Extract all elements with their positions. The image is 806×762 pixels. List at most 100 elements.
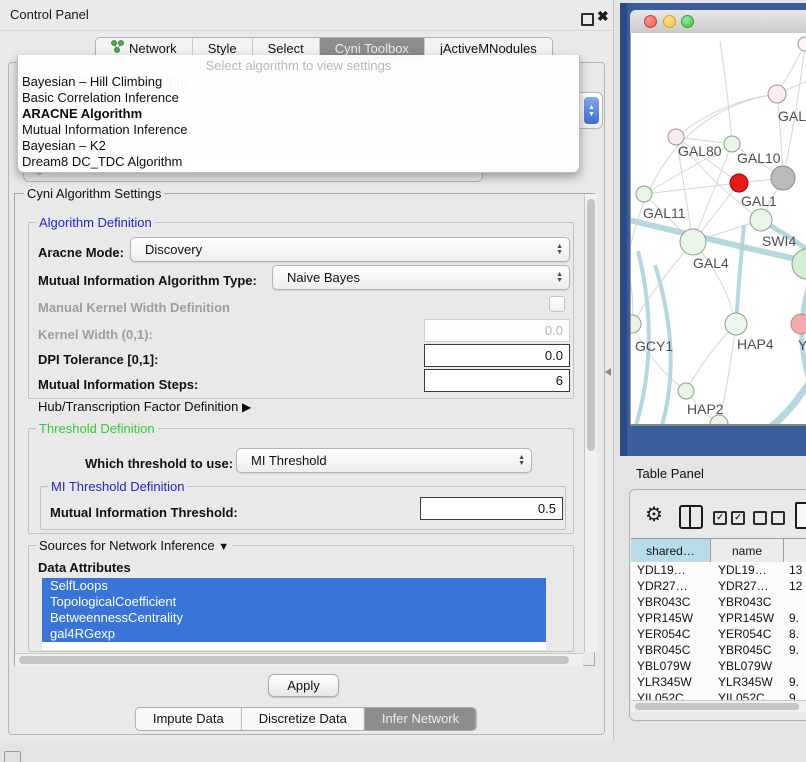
split-divider-arrow[interactable] — [605, 368, 611, 376]
table-column-header[interactable]: name — [711, 539, 784, 563]
table-row[interactable]: YER054CYER054C8. — [631, 626, 806, 642]
checked-box-icon: ✓ — [713, 511, 727, 525]
hub-transcription-factor-expander[interactable]: Hub/Transcription Factor Definition ▶ — [38, 399, 251, 414]
network-node[interactable] — [678, 383, 694, 399]
which-threshold-label: Which threshold to use: — [85, 456, 233, 471]
table-cell: 13 — [784, 562, 806, 578]
settings-vertical-scrollbar[interactable] — [584, 194, 597, 652]
float-window-icon[interactable] — [581, 13, 594, 26]
network-edge[interactable] — [632, 324, 686, 391]
mi-algorithm-type-value: Naive Bayes — [287, 270, 360, 285]
network-view[interactable]: GALGAL80GAL10GAL1GAL11SWI4GAL4GCY1HAP4YH… — [630, 33, 806, 426]
network-node[interactable] — [798, 37, 806, 51]
network-node-label: HAP4 — [737, 336, 774, 352]
bottom-tab-infer-network[interactable]: Infer Network — [364, 708, 476, 730]
dropdown-item[interactable]: Basic Correlation Inference — [18, 90, 579, 106]
table-row[interactable]: YBL079WYBL079W — [631, 658, 806, 674]
attribute-list-item[interactable]: TopologicalCoefficient — [42, 594, 546, 610]
table-column-header[interactable]: A — [784, 539, 806, 563]
bottom-tab-discretize-data[interactable]: Discretize Data — [241, 708, 364, 730]
scrollbar-thumb[interactable] — [19, 656, 569, 664]
network-edge[interactable] — [676, 94, 777, 137]
close-icon[interactable]: ✖ — [597, 8, 609, 25]
network-node[interactable] — [730, 174, 748, 192]
dpi-tolerance-label: DPI Tolerance [0,1]: — [38, 352, 158, 367]
network-node[interactable] — [725, 313, 747, 335]
network-node[interactable] — [768, 85, 786, 103]
dropdown-item[interactable]: Mutual Information Inference — [18, 122, 579, 138]
table-column-header[interactable]: shared… — [631, 539, 711, 563]
deselect-all-checkboxes-icon[interactable] — [753, 511, 785, 525]
network-node[interactable] — [636, 186, 652, 202]
minimize-traffic-light[interactable] — [663, 15, 676, 28]
network-node[interactable] — [771, 166, 795, 190]
attribute-list-item[interactable]: SelfLoops — [42, 578, 546, 594]
mi-algorithm-type-combobox[interactable]: Naive Bayes ▲▼ — [272, 265, 570, 290]
network-edge[interactable] — [644, 183, 739, 194]
table-cell: YBR043C — [631, 594, 711, 610]
attribute-list-item[interactable]: BetweennessCentrality — [42, 610, 546, 626]
network-node-label: GAL80 — [678, 143, 722, 159]
attribute-list-item[interactable]: gal4RGexp — [42, 626, 546, 642]
aracne-mode-combobox[interactable]: Discovery ▲▼ — [130, 237, 570, 262]
network-node[interactable] — [791, 314, 806, 334]
dropdown-item[interactable]: Bayesian – K2 — [18, 138, 579, 154]
network-edge[interactable] — [720, 41, 732, 144]
table-cell: YBL079W — [631, 658, 711, 674]
kernel-width-label: Kernel Width (0,1): — [38, 327, 153, 342]
table-row[interactable]: YDR27…YDR27…12 — [631, 578, 806, 594]
which-threshold-combobox[interactable]: MI Threshold ▲▼ — [236, 448, 532, 473]
mi-threshold-field[interactable]: 0.5 — [420, 497, 563, 520]
table-row[interactable]: YBR043CYBR043C — [631, 594, 806, 610]
network-node-label: Y — [798, 337, 806, 353]
network-node[interactable] — [750, 209, 772, 231]
close-traffic-light[interactable] — [644, 15, 657, 28]
select-all-checkboxes-icon[interactable]: ✓ ✓ — [713, 511, 745, 525]
dropdown-item[interactable]: ARACNE Algorithm — [18, 106, 579, 122]
bottom-tab-impute-data[interactable]: Impute Data — [136, 708, 241, 730]
table-row[interactable]: YIL052CYIL052C9 — [631, 690, 806, 700]
network-node-label: SWI4 — [762, 233, 796, 249]
data-attributes-label: Data Attributes — [38, 560, 131, 575]
apply-button[interactable]: Apply — [268, 674, 339, 697]
network-node-label: HAP2 — [687, 401, 724, 417]
stepper-arrows-icon: ▲▼ — [518, 455, 525, 467]
gear-icon[interactable]: ⚙ — [645, 502, 663, 527]
zoom-traffic-light[interactable] — [681, 15, 694, 28]
manual-kernel-width-checkbox[interactable] — [549, 296, 565, 312]
table-row[interactable]: YPR145WYPR145W9. — [631, 610, 806, 626]
table-cell: 9. — [784, 642, 806, 658]
dropdown-item[interactable]: Dream8 DC_TDC Algorithm — [18, 154, 579, 170]
network-edge[interactable] — [686, 324, 736, 391]
network-graph: GALGAL80GAL10GAL1GAL11SWI4GAL4GCY1HAP4YH… — [631, 33, 806, 426]
table-cell: YER054C — [631, 626, 711, 642]
columns-icon[interactable] — [679, 505, 703, 529]
settings-horizontal-scrollbar[interactable] — [15, 653, 583, 666]
which-threshold-value: MI Threshold — [251, 453, 327, 468]
network-edge[interactable] — [632, 242, 693, 324]
scrollbar-thumb[interactable] — [587, 199, 595, 451]
network-node[interactable] — [680, 229, 706, 255]
network-edge[interactable] — [736, 225, 744, 324]
sources-group-title[interactable]: Sources for Network Inference ▼ — [36, 538, 232, 553]
network-node[interactable] — [631, 315, 641, 333]
file-icon[interactable] — [795, 502, 806, 529]
network-node[interactable] — [792, 249, 806, 279]
table-row[interactable]: YBR045CYBR045C9. — [631, 642, 806, 658]
table-row[interactable]: YDL19…YDL19…13 — [631, 562, 806, 578]
table-cell: YLR345W — [631, 674, 711, 690]
manual-kernel-width-label: Manual Kernel Width Definition — [38, 300, 230, 315]
minimized-panel-icon[interactable] — [4, 751, 21, 762]
scrollbar-thumb[interactable] — [635, 703, 799, 710]
network-edge[interactable] — [757, 383, 806, 426]
dpi-tolerance-field[interactable]: 0.0 — [424, 344, 570, 367]
mi-steps-field[interactable]: 6 — [424, 369, 570, 392]
table-cell — [784, 658, 806, 674]
kernel-width-field[interactable]: 0.0 — [424, 319, 570, 342]
dropdown-item[interactable]: Bayesian – Hill Climbing — [18, 74, 579, 90]
table-horizontal-scrollbar[interactable] — [631, 700, 806, 712]
table-row[interactable]: YLR345WYLR345W9. — [631, 674, 806, 690]
network-window-titlebar[interactable] — [630, 10, 806, 34]
network-edge[interactable] — [631, 255, 633, 324]
stepper-arrows-icon: ▲▼ — [556, 244, 563, 256]
